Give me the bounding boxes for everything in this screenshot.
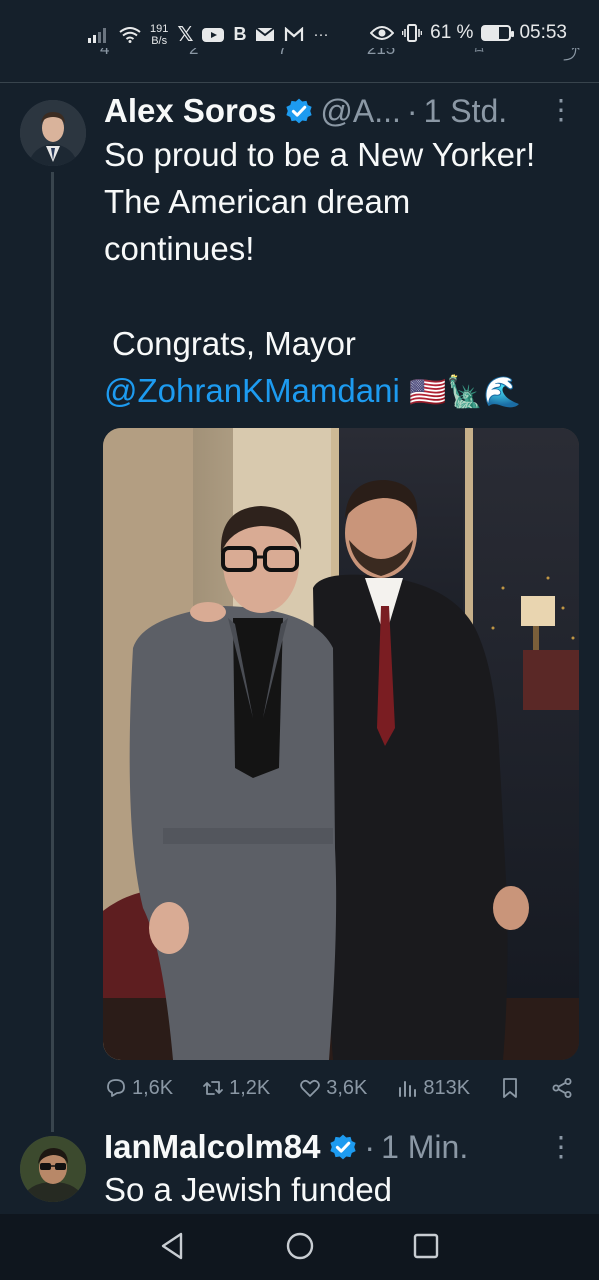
tweet-text-line: Congrats, Mayor: [112, 325, 356, 362]
prev-views-count[interactable]: 215: [367, 48, 395, 61]
reply-author-name[interactable]: IanMalcolm84: [104, 1128, 320, 1166]
tweet-text-line-mention: @ZohranKMamdani 🇺🇸🗽🌊: [104, 367, 584, 416]
reply-count: 1,6K: [132, 1076, 174, 1099]
reply-author-avatar[interactable]: [20, 1136, 86, 1202]
reply-separator-dot: ·: [364, 1128, 376, 1165]
reply-avatar-image: [20, 1136, 86, 1202]
more-notifications: ···: [313, 26, 329, 43]
thread-line: [51, 172, 54, 1132]
reply-verified-badge-icon: [330, 1134, 357, 1160]
prev-bookmark-icon[interactable]: ⌑: [475, 48, 484, 61]
status-left: 191 B/s 𝕏 B ···: [88, 22, 328, 47]
recents-nav-icon[interactable]: [411, 1230, 441, 1262]
share-icon: [552, 1078, 572, 1098]
mail-icon: [255, 27, 276, 41]
views-button[interactable]: 813K: [395, 1076, 470, 1100]
prev-share-icon[interactable]: ⤴: [563, 48, 580, 63]
home-nav-icon[interactable]: [284, 1230, 316, 1262]
wifi-icon: [119, 26, 141, 43]
heart-icon: [300, 1079, 321, 1097]
reply-tweet-text: So a Jewish funded: [104, 1171, 393, 1208]
signal-icon: [88, 27, 106, 43]
verified-badge-icon: [286, 98, 313, 124]
network-speed-unit: B/s: [151, 34, 168, 47]
share-button[interactable]: [550, 1076, 574, 1100]
reply-icon: [107, 1079, 125, 1097]
battery-fill: [483, 27, 500, 39]
like-count: 3,6K: [326, 1076, 368, 1099]
divider: [0, 82, 599, 83]
network-speed: 191 B/s: [150, 23, 168, 47]
tweet-actions: 1,6K 1,2K 3,6K 813K: [104, 1076, 574, 1100]
avatar-image: [20, 100, 86, 166]
author-handle[interactable]: @A...: [320, 93, 401, 130]
x-icon: 𝕏: [177, 24, 194, 46]
gmail-icon: [285, 27, 304, 41]
tweet-header: Alex Soros @A... · 1 Std.: [104, 92, 507, 130]
bookmark-button[interactable]: [498, 1076, 522, 1100]
views-count: 813K: [423, 1076, 471, 1099]
reply-more-options-icon[interactable]: ⋮: [547, 1133, 575, 1161]
clock: 05:53: [519, 22, 567, 43]
author-name[interactable]: Alex Soros: [104, 92, 276, 130]
bookmark-icon: [503, 1078, 517, 1098]
author-avatar[interactable]: [20, 100, 86, 166]
prev-like-count[interactable]: 7: [278, 48, 287, 61]
system-nav-bar: [0, 1214, 599, 1280]
retweet-button[interactable]: 1,2K: [201, 1076, 270, 1100]
status-right: 61 % 05:53: [370, 22, 567, 44]
reply-tweet-header: IanMalcolm84 · 1 Min.: [104, 1128, 468, 1166]
back-nav-icon[interactable]: [157, 1230, 187, 1262]
vibrate-icon: [402, 24, 423, 42]
battery-percent: 61 %: [430, 22, 474, 43]
prev-retweet-count[interactable]: 2: [189, 48, 198, 61]
like-button[interactable]: 3,6K: [298, 1076, 367, 1100]
tweet-text-line: The American dream: [104, 183, 411, 220]
more-options-icon[interactable]: ⋮: [547, 96, 575, 124]
tweet-text-line: continues!: [104, 230, 255, 267]
tweet-text-line: So proud to be a New Yorker!: [104, 136, 536, 173]
eye-icon: [370, 26, 395, 40]
mention-link[interactable]: @ZohranKMamdani: [104, 372, 400, 409]
separator-dot: ·: [406, 92, 418, 129]
prev-reply-count[interactable]: 4: [100, 48, 109, 61]
emoji-flags: 🇺🇸🗽🌊: [408, 376, 522, 409]
tweet-time[interactable]: 1 Std.: [424, 93, 508, 130]
battery-icon: [481, 25, 515, 41]
tweet-text: So proud to be a New Yorker! The America…: [104, 131, 584, 416]
reply-tweet-time[interactable]: 1 Min.: [381, 1129, 468, 1166]
previous-tweet-actions: 4 2 7 215 ⌑ ⤴: [100, 48, 580, 70]
retweet-count: 1,2K: [229, 1076, 271, 1099]
b-icon: B: [233, 24, 247, 44]
tweet-photo[interactable]: [103, 428, 579, 1060]
network-speed-value: 191: [150, 22, 169, 35]
retweet-icon: [203, 1081, 224, 1095]
reply-button[interactable]: 1,6K: [104, 1076, 173, 1100]
views-icon: [399, 1081, 417, 1097]
photo-image: [103, 428, 579, 1060]
youtube-icon: [202, 27, 225, 42]
